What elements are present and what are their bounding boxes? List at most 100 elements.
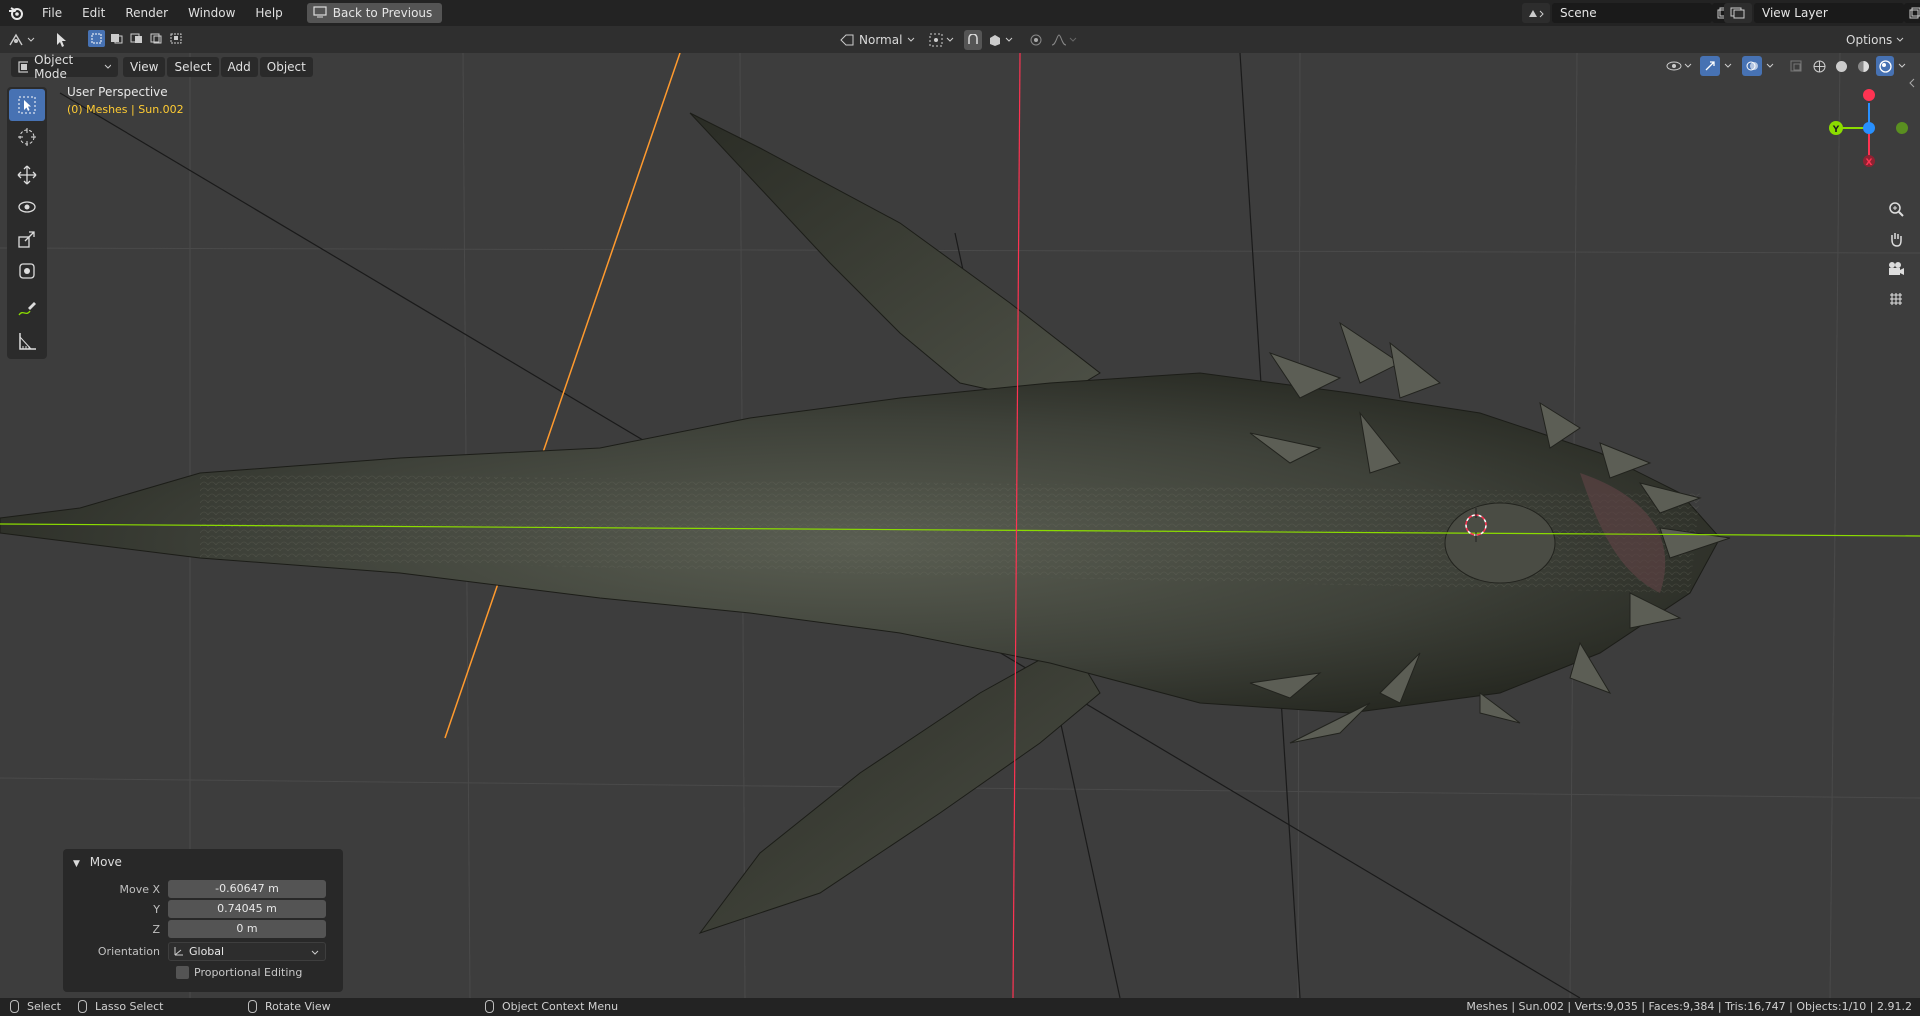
view-layer-field[interactable]: View Layer [1754,3,1904,23]
camera-icon[interactable] [1882,255,1910,283]
viewport-right-controls [1666,56,1906,76]
annotate-pencil-icon [18,302,36,316]
status-rotate-label: Rotate View [265,1000,331,1013]
proportional-editing-checkbox[interactable] [176,966,189,979]
snap-toggle-icon[interactable] [964,30,983,50]
select-menu[interactable]: Select [167,56,219,77]
measure-tool[interactable] [9,325,45,357]
tool-settings-bar: Normal Options [0,26,1920,53]
move-z-label: Z [152,922,160,936]
back-to-previous-label: Back to Previous [332,6,433,20]
move-z-field[interactable]: 0 m [168,920,326,938]
mouse-middle-icon [248,1000,257,1013]
proportional-editing-row[interactable]: Proportional Editing [176,966,456,979]
rotate-tool[interactable] [9,191,45,223]
xray-toggle-icon[interactable] [1786,56,1806,76]
active-tool-icon[interactable] [50,30,72,50]
transform-tool[interactable] [9,255,45,287]
menu-edit[interactable]: Edit [72,0,115,26]
options-dropdown[interactable]: Options [1846,30,1904,50]
select-set-icon[interactable] [88,30,105,47]
status-lasso: Lasso Select [78,1000,164,1013]
viewport-info: User Perspective (0) Meshes | Sun.002 [67,85,184,116]
add-menu[interactable]: Add [220,56,258,77]
object-mode-dropdown[interactable]: Object Mode [11,53,118,81]
3d-cursor-tool-icon [18,128,36,146]
grid-ortho-icon[interactable] [1882,285,1910,313]
move-y-field[interactable]: 0.74045 m [168,900,326,918]
pivot-point-icon[interactable] [925,30,958,50]
zoom-icon[interactable] [1882,195,1910,223]
overlays-dropdown-icon [1766,63,1774,68]
visibility-eye-icon[interactable] [1666,56,1696,76]
new-view-layer-icon[interactable] [1904,3,1920,23]
pan-hand-icon[interactable] [1882,225,1910,253]
proportional-edit-icon[interactable] [1027,30,1045,50]
object-menu[interactable]: Object [259,56,313,77]
viewport-header: Object Mode View Select Add Object [0,53,1920,88]
move-y-row: Y 0.74045 m [63,900,343,918]
move-x-field[interactable]: -0.60647 m [168,880,326,898]
menu-render[interactable]: Render [115,0,178,26]
scale-tool[interactable] [9,223,45,255]
move-tool[interactable] [9,159,45,191]
shading-dropdown-icon [1898,63,1906,68]
gizmo-toggle-icon[interactable] [1700,56,1720,76]
select-cursor-icon [18,96,36,114]
global-orientation-icon [173,945,185,962]
select-intersect-icon[interactable] [168,30,185,47]
proportional-editing-label: Proportional Editing [194,966,303,979]
shading-normal-dropdown[interactable]: Normal [836,30,919,50]
select-invert-icon[interactable] [148,30,165,47]
status-context-label: Object Context Menu [502,1000,619,1013]
scene-name-field[interactable]: Scene [1552,3,1712,23]
shading-normal-label: Normal [859,33,903,47]
orientation-value: Global [189,945,225,958]
scene-icon[interactable] [1522,3,1550,23]
mouse-drag-icon [78,1000,87,1013]
menu-help[interactable]: Help [245,0,292,26]
blender-logo-icon[interactable] [0,0,32,26]
3d-viewport[interactable]: Y X Object Mode View Select Add Object U… [0,53,1920,998]
status-select-label: Select [27,1000,61,1013]
move-z-row: Z 0 m [63,920,343,938]
editor-type-icon[interactable] [8,30,42,50]
shading-rendered-icon[interactable] [1876,56,1894,76]
view-layer-selector: View Layer [1724,3,1920,23]
shading-wireframe-icon[interactable] [1810,56,1828,76]
orientation-row: Orientation Global [63,942,343,961]
move-arrows-icon [17,165,37,185]
falloff-icon[interactable] [1051,30,1077,50]
transform-orientation-group: Normal [836,30,1077,50]
sidebar-toggle-icon[interactable] [1908,77,1918,91]
cursor-tool[interactable] [9,121,45,153]
overlays-toggle-icon[interactable] [1742,56,1762,76]
back-to-previous-button[interactable]: Back to Previous [306,3,443,23]
view-menu[interactable]: View [123,56,166,77]
view-layer-icon[interactable] [1724,3,1752,23]
menu-file[interactable]: File [32,0,72,26]
move-x-row: Move X -0.60647 m [63,880,343,898]
select-box-tool[interactable] [9,89,45,121]
shading-material-icon[interactable] [1854,56,1872,76]
status-bar: Select Lasso Select Rotate View Object C… [0,998,1920,1016]
collapse-triangle-icon: ▼ [73,859,80,869]
gizmo-dropdown-icon [1724,63,1732,68]
move-operator-panel: ▼ Move Move X -0.60647 m Y 0.74045 m Z 0… [63,849,343,992]
move-x-label: Move X [119,882,160,896]
svg-text:X: X [1866,158,1873,168]
measure-ruler-icon [19,333,36,350]
move-panel-header[interactable]: ▼ Move [63,849,343,875]
select-subtract-icon[interactable] [128,30,145,47]
select-extend-icon[interactable] [108,30,125,47]
annotate-tool[interactable] [9,293,45,325]
menu-window[interactable]: Window [178,0,245,26]
rotate-icon [18,201,36,213]
orientation-dropdown[interactable]: Global [168,942,326,961]
status-select: Select [10,1000,61,1013]
chevron-down-icon [311,944,319,961]
object-mode-icon [18,60,29,73]
move-panel-title: Move [89,855,122,869]
shading-solid-icon[interactable] [1832,56,1850,76]
snap-element-icon[interactable] [988,30,1013,50]
